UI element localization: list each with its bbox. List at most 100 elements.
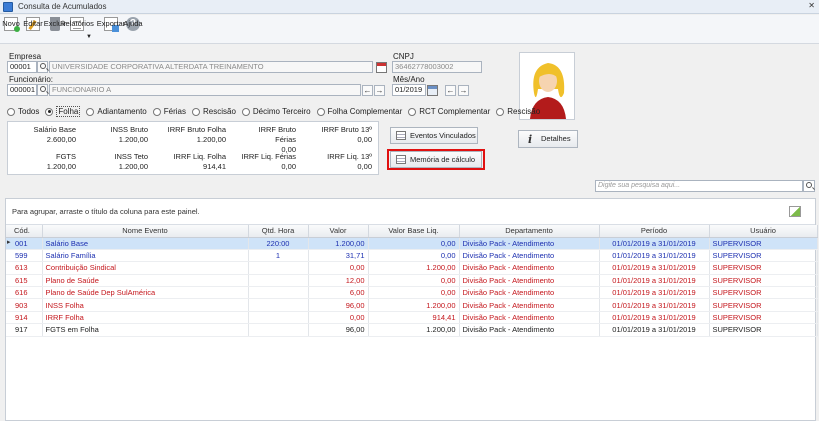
cell-qtd: 1	[248, 249, 309, 263]
empresa-code-field[interactable]: 00001	[7, 61, 37, 73]
cell-qtd	[248, 298, 309, 312]
radio-option[interactable]: Folha Complementar	[316, 106, 402, 117]
mesano-field[interactable]: 01/2019	[392, 84, 426, 96]
radio-dot[interactable]	[86, 107, 95, 116]
radio-label: Rescisão	[507, 107, 541, 116]
radio-label: Adiantamento	[97, 107, 147, 116]
column-header[interactable]: Período	[599, 225, 710, 238]
radio-option[interactable]: Folha	[45, 106, 81, 117]
irrf-bruto-ferias-cell: IRRF Bruto Férias 0,00	[258, 125, 296, 154]
cell-usuario: SUPERVISOR	[709, 261, 818, 275]
chevron-down-icon[interactable]: ▼	[86, 34, 92, 40]
radio-option[interactable]: Décimo Terceiro	[241, 106, 311, 117]
cell-depto: Divisão Pack - Atendimento	[459, 249, 600, 263]
cell-qtd	[248, 311, 309, 325]
column-header[interactable]: Cód.	[6, 225, 43, 238]
mesano-label: Mês/Ano	[393, 75, 425, 84]
group-panel[interactable]: Para agrupar, arraste o título da coluna…	[6, 199, 815, 225]
table-row[interactable]: 001Salário Base220:001.200,000,00Divisão…	[6, 237, 818, 250]
column-header[interactable]: Usuário	[709, 225, 818, 238]
cell-periodo: 01/01/2019 a 31/01/2019	[599, 323, 710, 337]
events-table: Cód. Nome Evento Qtd. Hora Valor Valor Base …	[6, 225, 818, 337]
list-icon	[396, 131, 406, 140]
detalhes-button[interactable]: i Detalhes	[518, 130, 578, 148]
summary-panel: Salário Base 2.600,00 INSS Bruto 1.200,00 …	[7, 121, 379, 175]
eventos-vinculados-button[interactable]: Eventos Vinculados	[390, 127, 478, 144]
relatorios-button[interactable]: Relatórios ▼	[60, 15, 94, 44]
irrf-bruto-13-cell: IRRF Bruto 13º 0,00	[321, 125, 372, 144]
radio-option[interactable]: RCT Complementar	[408, 106, 490, 117]
prev-funcionario-button[interactable]: ←	[362, 85, 373, 96]
cell-valor: 1.200,00	[308, 237, 369, 250]
next-funcionario-button[interactable]: →	[374, 85, 385, 96]
app-icon	[3, 1, 13, 12]
cell-periodo: 01/01/2019 a 31/01/2019	[599, 249, 710, 263]
editar-button[interactable]: Editar	[23, 15, 43, 44]
cell-cod: 917	[6, 323, 43, 337]
search-button[interactable]	[803, 180, 815, 192]
column-header[interactable]: Departamento	[459, 225, 600, 238]
column-header[interactable]: Valor	[308, 225, 369, 238]
cell-periodo: 01/01/2019 a 31/01/2019	[599, 298, 710, 312]
cell-usuario: SUPERVISOR	[709, 249, 818, 263]
cell-periodo: 01/01/2019 a 31/01/2019	[599, 311, 710, 325]
cell-qtd	[248, 261, 309, 275]
cell-nome: Contribuição Sindical	[42, 261, 249, 275]
cell-valor: 0,00	[308, 311, 369, 325]
radio-dot[interactable]	[152, 107, 161, 116]
cell-nome: IRRF Folha	[42, 311, 249, 325]
column-chooser-icon[interactable]	[789, 206, 801, 217]
radio-label: Décimo Terceiro	[252, 107, 311, 116]
cell-usuario: SUPERVISOR	[709, 298, 818, 312]
cnpj-field: 36462778003002	[392, 61, 482, 73]
search-input[interactable]: Digite sua pesquisa aqui...	[595, 180, 803, 192]
cell-base: 1.200,00	[368, 323, 460, 337]
search-icon	[40, 86, 46, 92]
fgts-cell: FGTS 1.200,00	[46, 152, 76, 171]
column-header[interactable]: Qtd. Hora	[248, 225, 309, 238]
radio-option[interactable]: Adiantamento	[86, 106, 147, 117]
cell-qtd	[248, 323, 309, 337]
radio-dot[interactable]	[408, 107, 417, 116]
cell-valor: 96,00	[308, 323, 369, 337]
column-header[interactable]: Nome Evento	[42, 225, 249, 238]
radio-dot[interactable]	[496, 107, 505, 116]
empresa-search-button[interactable]	[37, 61, 48, 73]
radio-label: Todos	[18, 107, 40, 116]
table-row[interactable]: 599 Salário Família 1 31,71 0,00 Divisão Pack…	[6, 249, 818, 263]
prev-month-button[interactable]: ←	[445, 85, 456, 96]
table-row[interactable]: 914 IRRF Folha 0,00 914,41 Divisão Pack - At…	[6, 311, 818, 325]
cell-cod: 914	[6, 311, 43, 325]
table-row[interactable]: 615 Plano de Saúde 12,00 0,00 Divisão Pack -…	[6, 274, 818, 288]
radio-dot[interactable]	[45, 107, 54, 116]
funcionario-code-field[interactable]: 000001	[7, 84, 37, 96]
calendar-icon[interactable]	[427, 85, 438, 96]
cell-base: 0,00	[368, 286, 460, 300]
next-month-button[interactable]: →	[458, 85, 469, 96]
radio-option[interactable]: Rescisão	[496, 106, 540, 117]
funcionario-search-button[interactable]	[37, 84, 48, 96]
cell-nome: Salário Base	[42, 237, 249, 250]
table-row[interactable]: 917 FGTS em Folha 96,00 1.200,00 Divisão Pac…	[6, 323, 818, 337]
table-row[interactable]: 613 Contribuição Sindical 0,00 1.200,00 Divi…	[6, 261, 818, 275]
cell-depto: Divisão Pack - Atendimento	[459, 274, 600, 288]
search-icon	[40, 63, 46, 69]
ajuda-button[interactable]: ? Ajuda	[123, 15, 143, 44]
table-row[interactable]: 903 INSS Folha 96,00 1.200,00 Divisão Pack -…	[6, 298, 818, 312]
cell-cod: 616	[6, 286, 43, 300]
radio-option[interactable]: Todos	[7, 106, 39, 117]
close-icon[interactable]: ✕	[808, 1, 815, 10]
table-row[interactable]: 616 Plano de Saúde Dep SulAmérica 6,00 0,00…	[6, 286, 818, 300]
radio-option[interactable]: Férias	[152, 106, 186, 117]
radio-label: Rescisão	[202, 107, 236, 116]
cell-qtd	[248, 274, 309, 288]
radio-option[interactable]: Rescisão	[191, 106, 236, 117]
radio-dot[interactable]	[316, 107, 325, 116]
table-icon[interactable]	[376, 62, 387, 73]
radio-dot[interactable]	[241, 107, 250, 116]
exportar-button[interactable]: Exportar	[97, 15, 125, 44]
radio-dot[interactable]	[7, 107, 15, 116]
column-header[interactable]: Valor Base Liq.	[368, 225, 460, 238]
novo-button[interactable]: Novo	[2, 15, 20, 44]
radio-dot[interactable]	[191, 107, 200, 116]
